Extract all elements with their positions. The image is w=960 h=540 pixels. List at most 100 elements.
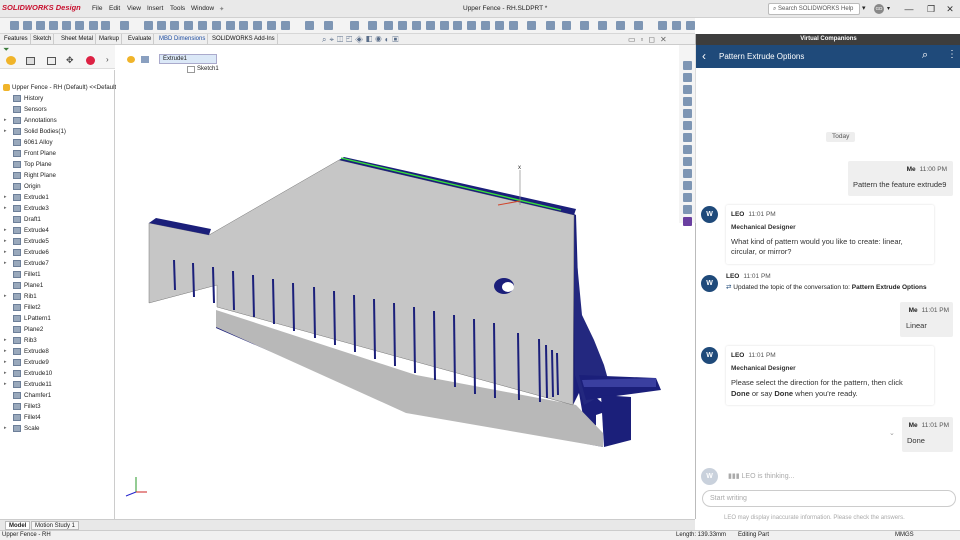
more-options-icon[interactable]: ⋮ [947,49,957,60]
search-dropdown-icon[interactable]: ▾ [862,4,866,12]
toolbar-button[interactable] [101,21,110,30]
task-pane-tab[interactable] [683,109,692,118]
toolbar-button[interactable] [253,21,262,30]
toolbar-button[interactable] [412,21,421,30]
minimize-button[interactable]: — [900,3,918,15]
toolbar-button[interactable] [686,21,695,30]
avatar[interactable]: GD [874,4,884,14]
viewport-window-controls[interactable]: ▭▫◻✕ [628,35,672,44]
toolbar-button[interactable] [368,21,377,30]
expand-icon[interactable]: ▸ [4,423,7,434]
expand-icon[interactable]: ▸ [4,379,7,390]
task-pane-tab[interactable] [683,61,692,70]
task-pane-tab[interactable] [683,193,692,202]
toolbar-button[interactable] [157,21,166,30]
expand-icon[interactable]: ▸ [4,258,7,269]
toolbar-button[interactable] [62,21,71,30]
configuration-manager-icon[interactable] [47,57,56,65]
toolbar-button[interactable] [384,21,393,30]
help-search-input[interactable]: ⌕ Search SOLIDWORKS Help [768,3,860,15]
toolbar-button[interactable] [562,21,571,30]
task-pane-tab[interactable] [683,133,692,142]
breadcrumb-sketch[interactable]: Sketch1 [197,66,219,72]
toolbar-button[interactable] [184,21,193,30]
heads-up-view-toolbar[interactable]: ⌕⌖◫◰◈◧◉◐▣ [322,35,402,45]
property-manager-icon[interactable] [26,57,35,65]
toolbar-button[interactable] [509,21,518,30]
toolbar-button[interactable] [281,21,290,30]
toolbar-button[interactable] [120,21,129,30]
expand-icon[interactable]: ▸ [4,346,7,357]
close-button[interactable]: ✕ [941,3,959,15]
expand-icon[interactable]: ▸ [4,335,7,346]
task-pane-tab[interactable] [683,145,692,154]
sketch-icon[interactable] [187,66,195,73]
toolbar-button[interactable] [426,21,435,30]
back-arrow-icon[interactable]: ‹ [702,49,706,63]
tab-features[interactable]: Features [2,34,31,45]
toolbar-button[interactable] [267,21,276,30]
chevron-down-icon[interactable]: ⌄ [889,429,895,437]
maximize-button[interactable]: ❐ [922,3,940,15]
toolbar-button[interactable] [198,21,207,30]
body-icon[interactable] [141,56,149,63]
task-pane-tab[interactable] [683,169,692,178]
status-units[interactable]: MMGS [895,532,914,538]
dimxpert-icon[interactable]: ✥ [66,55,74,66]
toolbar-button[interactable] [546,21,555,30]
chevron-right-icon[interactable]: › [106,55,109,64]
toolbar-button[interactable] [239,21,248,30]
toolbar-button[interactable] [305,21,314,30]
tab-model[interactable]: Model [5,521,31,530]
toolbar-button[interactable] [527,21,536,30]
toolbar-button[interactable] [453,21,462,30]
toolbar-button[interactable] [49,21,58,30]
toolbar-button[interactable] [398,21,407,30]
toolbar-button[interactable] [467,21,476,30]
task-pane-tab[interactable] [683,85,692,94]
expand-icon[interactable]: ▸ [4,192,7,203]
toolbar-button[interactable] [580,21,589,30]
expand-icon[interactable]: ▸ [4,225,7,236]
task-pane-tab[interactable] [683,97,692,106]
menu-file[interactable]: File [92,5,102,12]
toolbar-button[interactable] [672,21,681,30]
menu-edit[interactable]: Edit [109,5,120,12]
part-icon[interactable] [127,56,135,63]
toolbar-button[interactable] [75,21,84,30]
toolbar-button[interactable] [89,21,98,30]
menu-window[interactable]: Window [191,5,214,12]
task-pane-tab[interactable] [683,205,692,214]
toolbar-button[interactable] [440,21,449,30]
tab-sheet-metal[interactable]: Sheet Metal [59,34,97,45]
tab-solidworks-addins[interactable]: SOLIDWORKS Add-Ins [210,34,278,45]
tab-mbd-dimensions[interactable]: MBD Dimensions [157,34,209,45]
toolbar-button[interactable] [350,21,359,30]
task-pane-tab[interactable] [683,217,692,226]
toolbar-button[interactable] [616,21,625,30]
account-dropdown-icon[interactable]: ▾ [887,5,890,12]
toolbar-button[interactable] [481,21,490,30]
tab-motion-study[interactable]: Motion Study 1 [31,521,80,530]
expand-icon[interactable]: ▸ [4,203,7,214]
expand-icon[interactable]: ▸ [4,247,7,258]
toolbar-button[interactable] [598,21,607,30]
toolbar-button[interactable] [10,21,19,30]
menu-view[interactable]: View [127,5,141,12]
pin-icon[interactable]: ✦ [219,5,224,13]
toolbar-button[interactable] [324,21,333,30]
tab-markup[interactable]: Markup [97,34,123,45]
toolbar-button[interactable] [212,21,221,30]
expand-icon[interactable]: ▸ [4,291,7,302]
menu-tools[interactable]: Tools [170,5,185,12]
task-pane-tab[interactable] [683,181,692,190]
display-manager-icon[interactable] [86,56,95,65]
menu-insert[interactable]: Insert [147,5,163,12]
expand-icon[interactable]: ▸ [4,126,7,137]
breadcrumb-feature[interactable]: Extrude1 [159,54,217,64]
model-view[interactable]: x [116,45,694,519]
toolbar-button[interactable] [226,21,235,30]
toolbar-button[interactable] [36,21,45,30]
expand-icon[interactable]: ▸ [4,368,7,379]
graphics-area[interactable]: x [116,45,694,519]
